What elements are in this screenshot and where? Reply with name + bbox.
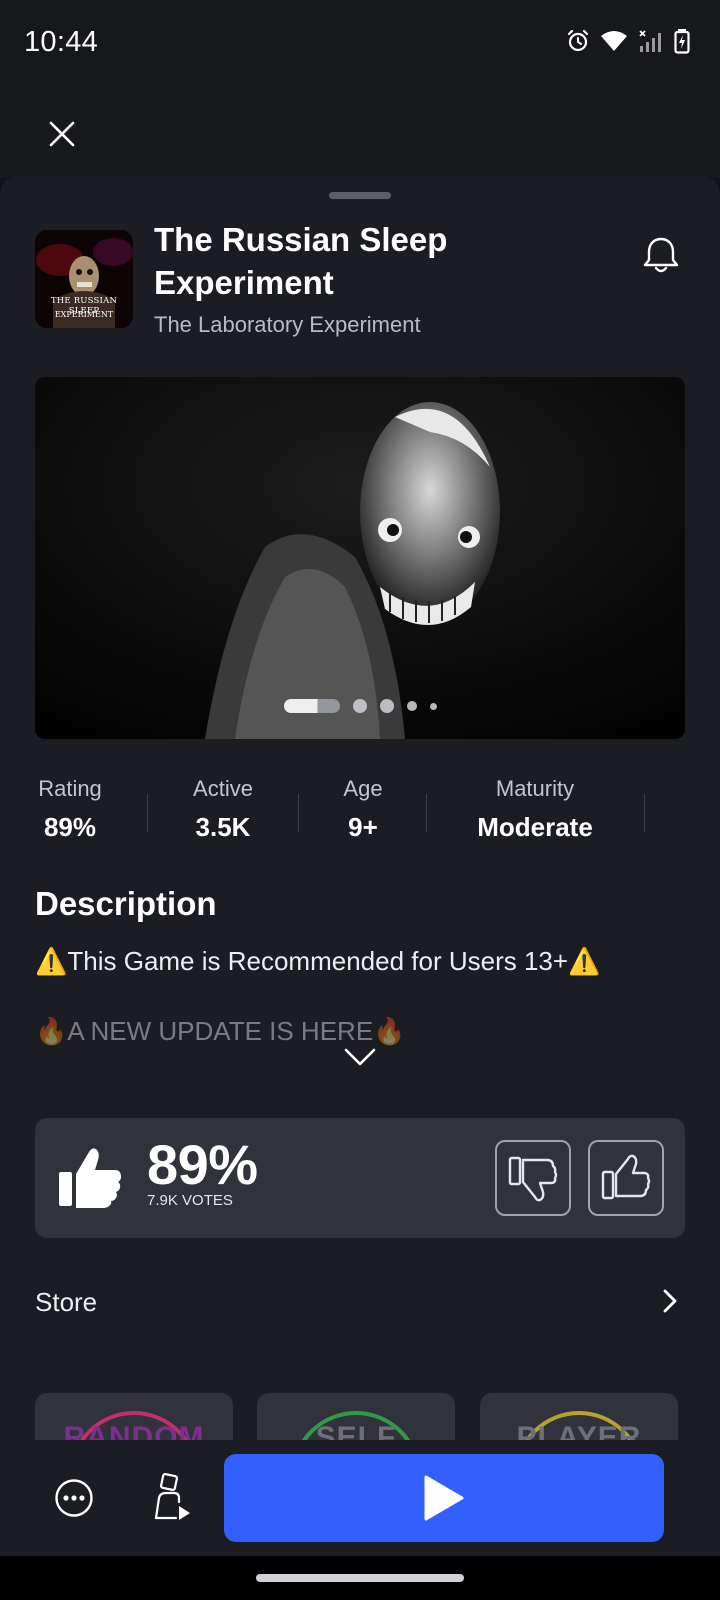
play-icon: [424, 1475, 464, 1521]
game-title: The Russian Sleep Experiment: [154, 221, 448, 301]
vote-percent: 89%: [147, 1133, 258, 1196]
stat-age: Age 9+: [330, 776, 396, 843]
wifi-icon: [601, 31, 627, 51]
carousel-dot-active[interactable]: [283, 699, 340, 713]
notify-button[interactable]: [638, 232, 684, 278]
carousel-dot[interactable]: [429, 702, 437, 710]
stat-rating: Rating 89%: [35, 776, 105, 843]
sheet-grab-handle[interactable]: [329, 192, 391, 199]
more-options-button[interactable]: [54, 1478, 94, 1518]
status-time: 10:44: [24, 26, 99, 58]
vote-count: 7.9K VOTES: [147, 1192, 233, 1209]
carousel-dot[interactable]: [352, 699, 367, 713]
battery-charging-icon: [674, 29, 690, 54]
thumbs-up-filled-icon: [59, 1148, 121, 1208]
stat-label: Maturity: [495, 776, 575, 801]
bell-icon: [643, 237, 679, 273]
stat-value: 9+: [348, 812, 378, 842]
description-heading: Description: [35, 885, 217, 922]
stat-divider: [426, 794, 427, 832]
store-row[interactable]: Store: [35, 1271, 685, 1331]
description-text-faded: 🔥A NEW UPDATE IS HERE🔥: [35, 1016, 406, 1046]
game-thumbnail: THE RUSSIAN SLEEP EXPERIMENT: [35, 230, 133, 328]
status-icons: [566, 28, 690, 54]
home-gesture-pill[interactable]: [256, 1574, 464, 1582]
chevron-right-icon: [663, 1289, 677, 1313]
bottom-action-bar: [0, 1440, 720, 1556]
top-bar: [0, 88, 720, 178]
thumbnail-text-bottom: EXPERIMENT: [54, 310, 114, 319]
vote-card: 89% 7.9K VOTES: [35, 1118, 685, 1238]
stat-divider: [644, 794, 645, 832]
game-details-sheet: THE RUSSIAN SLEEP EXPERIMENT The Russian…: [0, 176, 720, 1556]
store-label: Store: [35, 1287, 98, 1317]
thumbs-up-button[interactable]: [588, 1140, 664, 1216]
thumbs-down-icon: [508, 1156, 558, 1202]
game-creator[interactable]: The Laboratory Experiment: [154, 312, 421, 338]
stat-divider: [298, 794, 299, 832]
carousel-indicators: [35, 699, 685, 713]
more-options-icon: [55, 1479, 93, 1517]
close-button[interactable]: [40, 112, 84, 156]
stats-row: Rating 89% Active 3.5K Age 9+ Maturity M…: [0, 776, 720, 856]
play-button[interactable]: [224, 1454, 664, 1542]
media-image: [35, 377, 685, 739]
stat-label: Age: [343, 776, 383, 801]
stat-active: Active 3.5K: [180, 776, 266, 843]
stat-divider: [147, 794, 148, 832]
stat-value: Moderate: [477, 812, 593, 842]
thumbs-down-button[interactable]: [495, 1140, 571, 1216]
stat-maturity: Maturity Moderate: [455, 776, 615, 843]
thumbs-up-icon: [601, 1154, 651, 1200]
stat-label: Rating: [38, 776, 102, 801]
system-nav-bar: [0, 1556, 720, 1600]
status-bar: 10:44: [0, 0, 720, 88]
avatar-play-icon: [154, 1472, 190, 1520]
stat-value: 3.5K: [195, 812, 251, 842]
stat-value: 89%: [43, 812, 97, 842]
stat-label: Active: [193, 776, 253, 801]
close-icon: [49, 121, 75, 147]
avatar-play-button[interactable]: [150, 1472, 194, 1522]
chevron-down-icon: [344, 1048, 376, 1066]
carousel-dot[interactable]: [379, 699, 394, 713]
alarm-icon: [567, 29, 589, 52]
media-carousel[interactable]: [35, 377, 685, 739]
description-text: ⚠️This Game is Recommended for Users 13+…: [35, 946, 601, 976]
expand-description-button[interactable]: [342, 1045, 378, 1069]
signal-icon: [639, 30, 661, 52]
carousel-dot[interactable]: [406, 701, 417, 711]
